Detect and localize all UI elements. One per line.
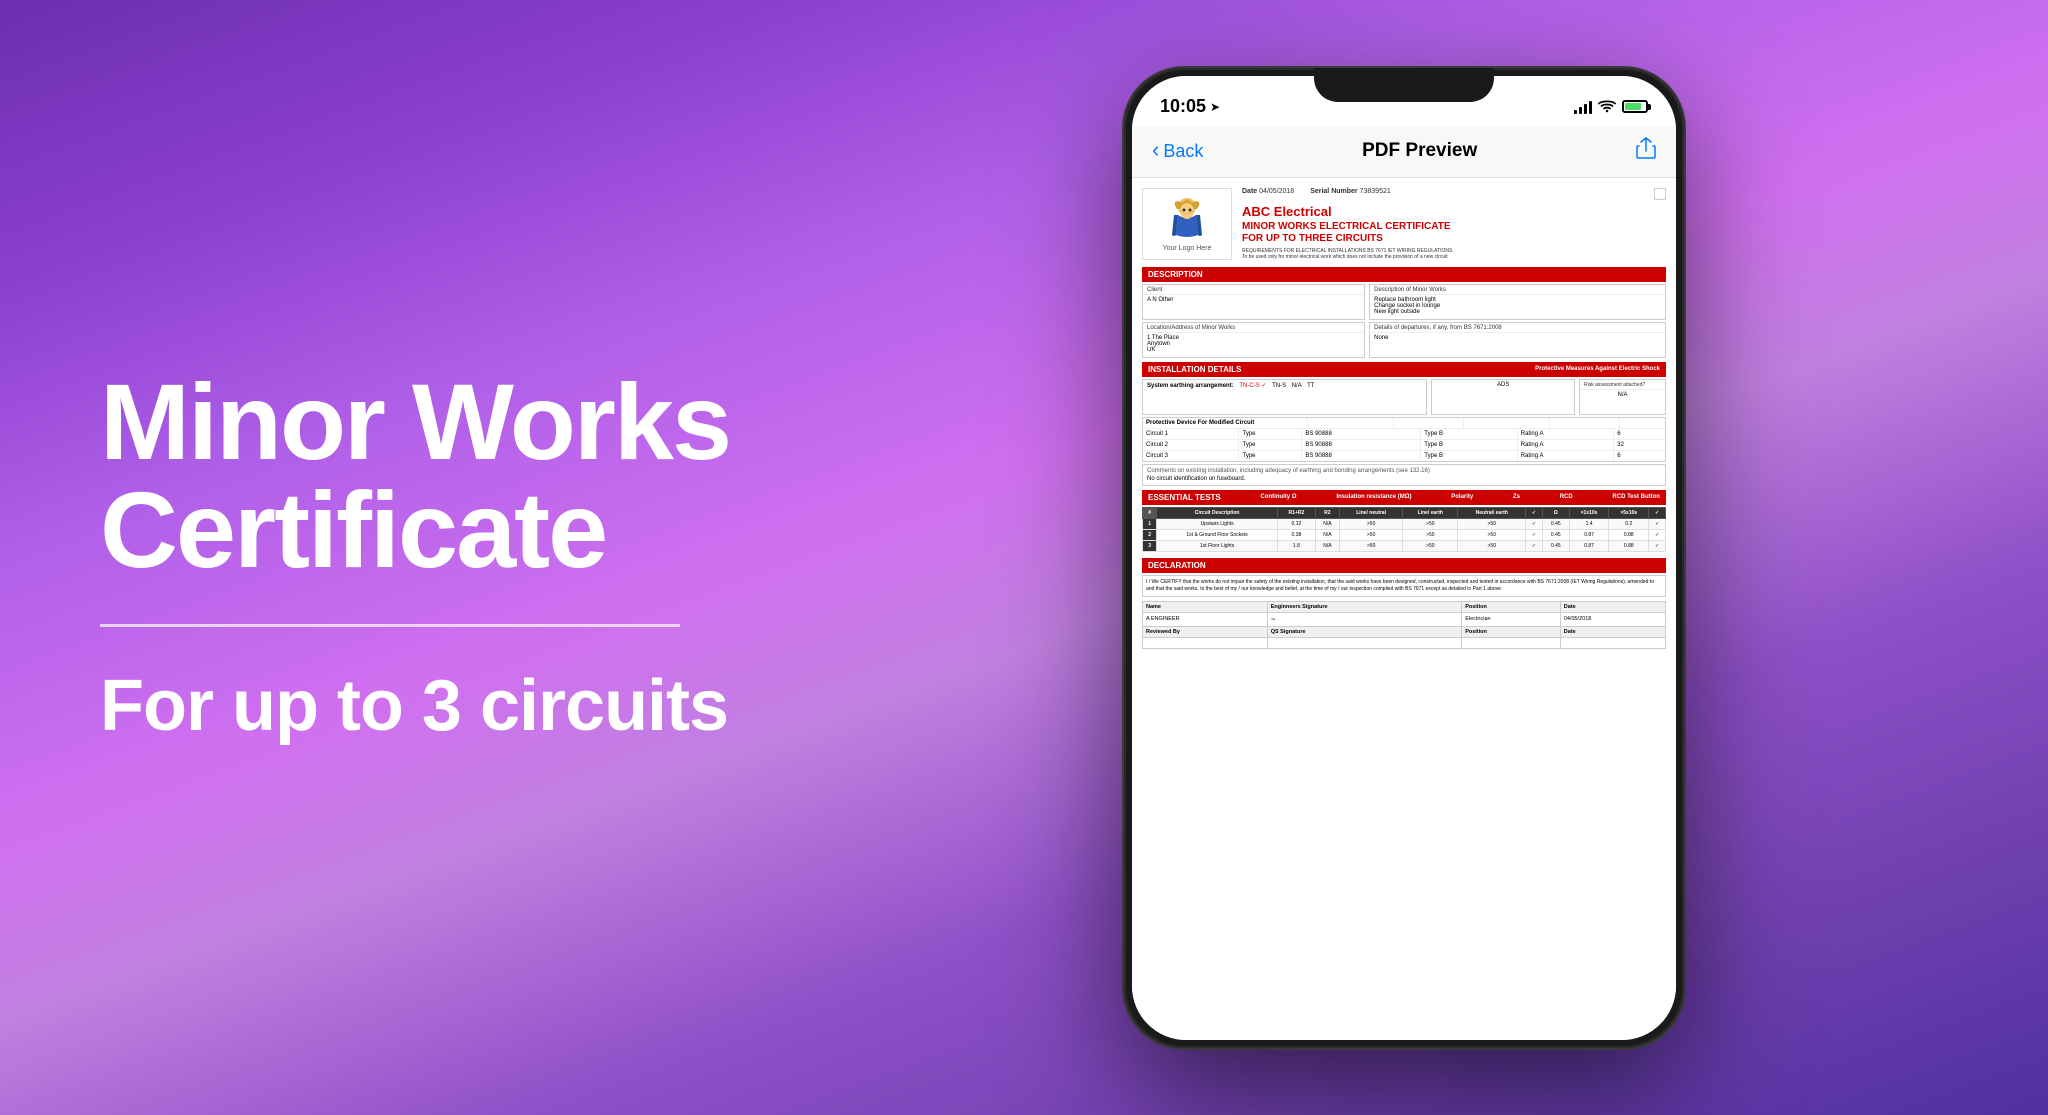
table-row: 3 1st Floor Lights 1.8 N/A >50 >50 >50 ✓…: [1143, 540, 1666, 551]
serial-label: Serial Number 73839521: [1310, 188, 1391, 200]
cert-date-row: Date 04/05/2018 Serial Number 73839521: [1242, 188, 1666, 200]
back-chevron-icon: ‹: [1152, 139, 1159, 161]
departures-field: Details of departures, if any, from BS 7…: [1369, 322, 1666, 358]
cert-company-name: ABC Electrical: [1242, 204, 1666, 219]
signal-bars-icon: [1574, 100, 1592, 114]
main-title: Minor Works Certificate: [100, 368, 740, 584]
status-time: 10:05: [1160, 96, 1206, 117]
circuit-table: Protective Device For Modified Circuit C…: [1142, 417, 1666, 462]
table-row: 2 1st & Ground Floor Sockets 0.38 N/A >5…: [1143, 529, 1666, 540]
qr-placeholder-icon: [1654, 188, 1666, 200]
circuit-row-2: Circuit 2 Type BS 90888 Type B Rating A …: [1143, 440, 1665, 451]
description-field: Client A N Other: [1142, 284, 1365, 320]
comments-area: Comments on existing installation, inclu…: [1142, 464, 1666, 486]
logo-text: Your Logo Here: [1163, 245, 1212, 253]
back-button[interactable]: ‹ Back: [1152, 141, 1203, 162]
share-icon: [1636, 137, 1656, 159]
location-form-row: Location/Address of Minor Works 1 The Pl…: [1142, 322, 1666, 358]
description-form-row: Client A N Other Description of Minor Wo…: [1142, 284, 1666, 320]
phone-screen: 10:05 ➤: [1132, 76, 1676, 1040]
client-value: A N Other: [1143, 295, 1364, 319]
risk-value: N/A: [1580, 390, 1665, 414]
earthing-field: System earthing arrangement: TN-C-S ✓ TN…: [1142, 379, 1427, 415]
battery-icon: [1622, 100, 1648, 113]
declaration-text: I / We CERTIFY that the works do not imp…: [1142, 575, 1666, 597]
cert-title-area: Date 04/05/2018 Serial Number 73839521 A…: [1242, 188, 1666, 261]
back-label: Back: [1163, 141, 1203, 162]
right-panel: 10:05 ➤: [820, 68, 2048, 1048]
tests-table-header-row: # Circuit Description R1+R2 R2 Line/ neu…: [1143, 507, 1666, 518]
phone-frame: 10:05 ➤: [1124, 68, 1684, 1048]
risk-field: Risk assessment attached? N/A: [1579, 379, 1666, 415]
comments-label: Comments on existing installation, inclu…: [1147, 468, 1661, 474]
minor-works-desc-field: Description of Minor Works Replace bathr…: [1369, 284, 1666, 320]
earthing-row: System earthing arrangement: TN-C-S ✓ TN…: [1142, 379, 1666, 415]
departures-value: None: [1370, 333, 1665, 357]
page-wrapper: Minor Works Certificate For up to 3 circ…: [0, 0, 2048, 1115]
ads-field: ADS: [1431, 379, 1575, 415]
table-row: 1 Upstairs Lights 0.12 N/A >50 >50 >50 ✓…: [1143, 518, 1666, 529]
circuit-header-row: Protective Device For Modified Circuit: [1143, 418, 1665, 429]
sig-row-1: A ENGINEER ~ Electrician 04/05/2018: [1143, 612, 1666, 626]
cert-reg-text: REQUIREMENTS FOR ELECTRICAL INSTALLATION…: [1242, 248, 1666, 261]
share-button[interactable]: [1636, 137, 1656, 165]
tests-table: # Circuit Description R1+R2 R2 Line/ neu…: [1142, 507, 1666, 552]
sig-label-row-2: Reviewed By QS Signature Position Date: [1143, 626, 1666, 637]
nav-title: PDF Preview: [1362, 140, 1477, 162]
pdf-content[interactable]: Your Logo Here Date 04/05/2018 Serial Nu…: [1132, 178, 1676, 1040]
installation-header: INSTALLATION DETAILS Protective Measures…: [1142, 362, 1666, 377]
title-divider: [100, 624, 680, 627]
circuit-row-3: Circuit 3 Type BS 90888 Type B Rating A …: [1143, 451, 1665, 461]
signature-table: Name Enginneers Signature Position Date …: [1142, 601, 1666, 649]
logo-area: Your Logo Here: [1142, 188, 1232, 260]
essential-tests-header: ESSENTIAL TESTS Continuity Ω Insulation …: [1142, 490, 1666, 505]
desc-values: Replace bathroom light Change socket in …: [1370, 295, 1665, 319]
declaration-header: DECLARATION: [1142, 558, 1666, 573]
left-panel: Minor Works Certificate For up to 3 circ…: [0, 288, 820, 826]
cert-main-title: MINOR WORKS ELECTRICAL CERTIFICATE FOR U…: [1242, 221, 1666, 245]
circuit-row-1: Circuit 1 Type BS 90888 Type B Rating A …: [1143, 429, 1665, 440]
ads-value: ADS: [1432, 380, 1574, 404]
location-arrow-icon: ➤: [1210, 100, 1220, 114]
sig-row-2: [1143, 637, 1666, 648]
nav-bar: ‹ Back PDF Preview: [1132, 126, 1676, 178]
wifi-icon: [1598, 100, 1616, 114]
cert-header: Your Logo Here Date 04/05/2018 Serial Nu…: [1142, 188, 1666, 261]
phone-notch: [1314, 68, 1494, 102]
date-label: Date 04/05/2018: [1242, 188, 1294, 200]
status-icons: [1574, 100, 1648, 114]
electrician-logo-icon: [1162, 195, 1212, 245]
location-field: Location/Address of Minor Works 1 The Pl…: [1142, 322, 1365, 358]
description-header: DESCRIPTION: [1142, 267, 1666, 282]
comments-value: No circuit identification on fuseboard.: [1147, 476, 1661, 482]
sig-label-row: Name Enginneers Signature Position Date: [1143, 601, 1666, 612]
location-value: 1 The Place Anytown UK: [1143, 333, 1364, 357]
subtitle: For up to 3 circuits: [100, 667, 740, 746]
